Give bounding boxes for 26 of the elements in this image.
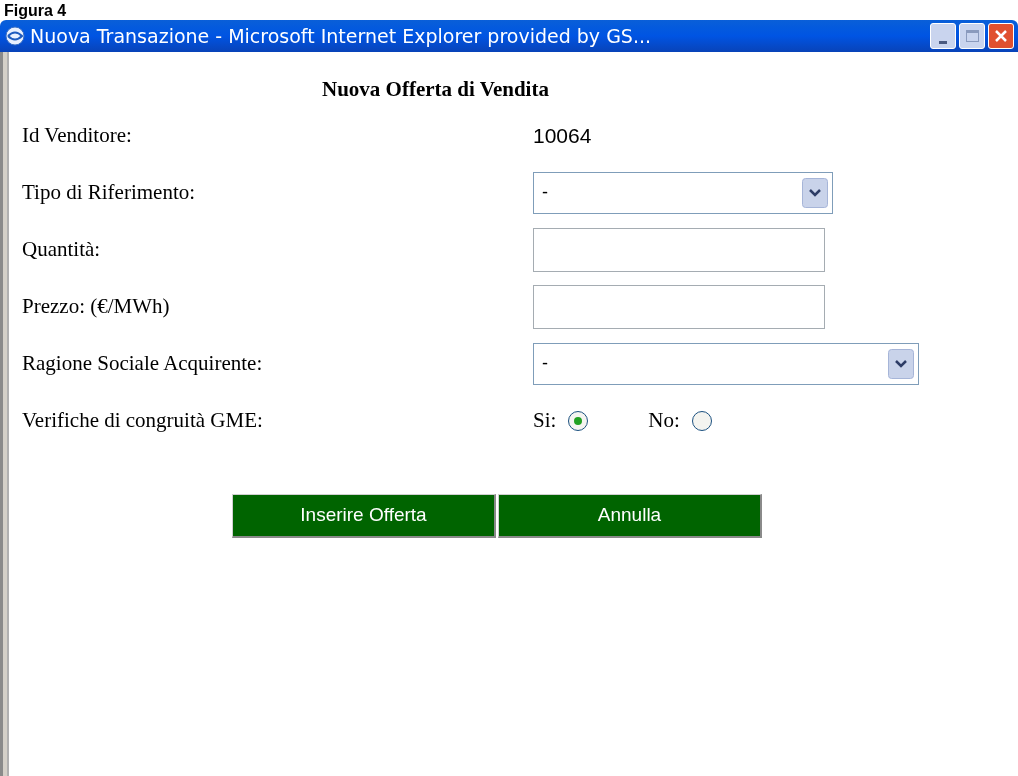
field-label: Prezzo: (€/MWh) [22,293,170,318]
field-label: Ragione Sociale Acquirente: [22,350,263,375]
dropdown-field[interactable]: - [533,171,833,214]
radio-label: Si: [533,406,557,434]
field-label: Quantità: [22,236,101,261]
dropdown-value: - [542,181,548,204]
action-button[interactable]: Annulla [498,493,762,538]
action-button[interactable]: Inserire Offerta [232,493,496,538]
field-value: 10064 [533,122,592,149]
maximize-button[interactable] [959,23,985,49]
field-label: Tipo di Riferimento: [22,179,196,204]
dropdown-value: - [542,352,548,375]
window-title: Nuova Transazione - Microsoft Internet Explorer provided by GS... [30,23,652,49]
radio-button[interactable] [691,410,712,431]
close-button[interactable] [988,23,1014,49]
figure-caption: Figura 4 [3,2,67,20]
text-input-field[interactable] [533,227,825,272]
text-input-field[interactable] [533,284,825,329]
close-icon [994,29,1008,43]
form-title: Nuova Offerta di Vendita [322,76,549,103]
radio-button[interactable] [568,410,589,431]
field-label: Verifiche di congruità GME: [22,407,263,432]
field-label: Id Venditore: [22,122,132,147]
minimize-button[interactable] [930,23,956,49]
radio-label: No: [648,406,680,434]
dropdown-field[interactable]: - [533,342,919,385]
